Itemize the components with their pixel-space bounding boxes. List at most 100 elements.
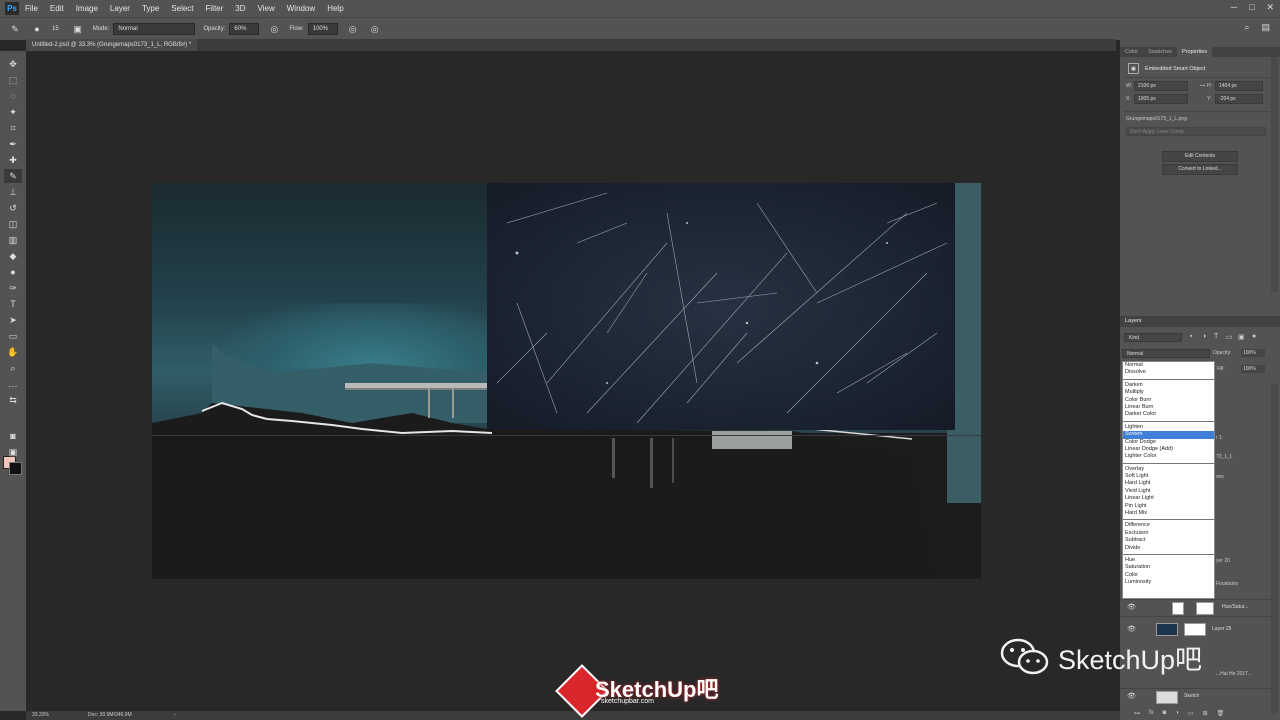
close-icon[interactable]: ✕ (1266, 2, 1274, 13)
layer-name-fragment[interactable]: yer 20 (1216, 558, 1230, 564)
background-color-swatch[interactable] (9, 462, 22, 475)
brush-tool-icon[interactable]: ✎ (8, 22, 22, 36)
height-field[interactable]: 1404 px (1215, 81, 1263, 91)
layer-comp-select[interactable]: Don't Apply Layer Comp (1126, 127, 1266, 136)
airbrush-icon[interactable]: ◎ (346, 22, 360, 36)
tab-properties[interactable]: Properties (1177, 47, 1213, 57)
opacity-input[interactable]: 60% (229, 23, 260, 35)
hand-tool-icon[interactable]: ✋ (4, 345, 22, 359)
filter-toggle-icon[interactable]: ● (1252, 333, 1256, 340)
quick-mask-icon[interactable]: ◙ (4, 429, 22, 443)
stamp-tool-icon[interactable]: ⊥ (4, 185, 22, 199)
menu-help[interactable]: Help (327, 4, 343, 13)
layer-filter-kind[interactable]: Kind (1124, 333, 1182, 342)
convert-to-linked-button[interactable]: Convert to Linked... (1162, 164, 1238, 175)
filter-shape-icon[interactable]: ▭ (1226, 333, 1233, 341)
status-arrow-icon[interactable]: › (174, 711, 176, 720)
add-mask-icon[interactable]: ◙ (1163, 710, 1167, 717)
pen-tool-icon[interactable]: ✑ (4, 281, 22, 295)
blend-option[interactable]: Hue (1123, 557, 1214, 564)
menu-view[interactable]: View (258, 4, 275, 13)
swap-colors-icon[interactable]: ⇆ (4, 393, 22, 407)
layer-row[interactable]: 👁 Hue/Satur... (1120, 599, 1272, 616)
more-tools-icon[interactable]: ⋯ (4, 379, 22, 393)
x-field[interactable]: 1005 px (1134, 94, 1188, 104)
new-group-icon[interactable]: ▭ (1188, 710, 1194, 717)
mode-select[interactable]: Normal (113, 23, 196, 35)
layer-name-fragment[interactable]: 73_1_L (1216, 454, 1233, 460)
document-tab[interactable]: Untitled-2.psd @ 33.3% (Grungemaps0173_1… (26, 39, 198, 51)
blend-option[interactable]: Color Burn (1123, 397, 1214, 404)
blend-option[interactable]: Vivid Light (1123, 488, 1214, 495)
magic-wand-tool-icon[interactable]: ✦ (4, 105, 22, 119)
blend-option[interactable]: Pin Light (1123, 503, 1214, 510)
layer-name[interactable]: Sketch (1184, 693, 1199, 699)
pressure-size-icon[interactable]: ◎ (368, 22, 382, 36)
tab-swatches[interactable]: Swatches (1143, 47, 1177, 57)
eraser-tool-icon[interactable]: ◫ (4, 217, 22, 231)
menu-type[interactable]: Type (142, 4, 159, 13)
blend-mode-select[interactable]: Normal (1122, 349, 1210, 358)
menu-image[interactable]: Image (76, 4, 98, 13)
blend-option[interactable]: Hard Mix (1123, 510, 1214, 517)
layer-name-fragment[interactable]: Fountains (1216, 581, 1238, 587)
search-icon[interactable]: ⌕ (1244, 22, 1249, 33)
zoom-tool-icon[interactable]: ⌕ (4, 361, 22, 375)
brush-preset-icon[interactable]: ● (30, 22, 44, 36)
blend-option[interactable]: Color Dodge (1123, 439, 1214, 446)
brush-tool-icon[interactable]: ✎ (4, 169, 22, 183)
width-field[interactable]: 2106 px (1134, 81, 1188, 91)
blend-option[interactable]: Saturation (1123, 564, 1214, 571)
zoom-level[interactable]: 33.33% (32, 711, 49, 720)
blend-option[interactable]: Overlay (1123, 466, 1214, 473)
blend-option[interactable]: Divide (1123, 545, 1214, 552)
move-tool-icon[interactable]: ✥ (4, 57, 22, 71)
blend-option[interactable]: Multiply (1123, 389, 1214, 396)
edit-contents-button[interactable]: Edit Contents (1162, 151, 1238, 162)
link-layers-icon[interactable]: ⊶ (1134, 710, 1140, 717)
layer-row[interactable]: 👁 Sketch (1120, 688, 1272, 705)
flow-input[interactable]: 100% (307, 23, 338, 35)
layer-name-fragment[interactable]: ...Hai He 2017... (1216, 671, 1252, 677)
crop-tool-icon[interactable]: ⌗ (4, 121, 22, 135)
eyedropper-tool-icon[interactable]: ✒ (4, 137, 22, 151)
new-layer-icon[interactable]: ⊞ (1203, 710, 1208, 717)
blend-option[interactable]: Soft Light (1123, 473, 1214, 480)
blend-option[interactable]: Darker Color (1123, 411, 1214, 418)
filter-adjustment-icon[interactable]: ◑ (1202, 333, 1206, 340)
blend-option[interactable]: Darken (1123, 382, 1214, 389)
filter-pixel-icon[interactable]: ▪ (1190, 333, 1192, 340)
canvas-artwork[interactable] (152, 183, 981, 579)
blend-option[interactable]: Linear Light (1123, 495, 1214, 502)
layer-opacity-input[interactable]: 100% (1241, 349, 1265, 357)
delete-layer-icon[interactable]: 🗑 (1217, 710, 1225, 717)
visibility-eye-icon[interactable]: 👁 (1127, 603, 1136, 611)
menu-3d[interactable]: 3D (235, 4, 245, 13)
menu-window[interactable]: Window (287, 4, 315, 13)
blend-option[interactable]: Lighten (1123, 424, 1214, 431)
blend-option[interactable]: Luminosity (1123, 579, 1214, 586)
layer-mask-thumb[interactable] (1196, 602, 1214, 615)
menu-layer[interactable]: Layer (110, 4, 130, 13)
path-selection-tool-icon[interactable]: ➤ (4, 313, 22, 327)
menu-file[interactable]: File (25, 4, 38, 13)
blend-option[interactable]: Dissolve (1123, 369, 1214, 376)
lasso-tool-icon[interactable]: ◌ (4, 89, 22, 103)
dodge-tool-icon[interactable]: ● (4, 265, 22, 279)
healing-tool-icon[interactable]: ✚ (4, 153, 22, 167)
layer-name-fragment[interactable]: ves (1216, 474, 1224, 480)
type-tool-icon[interactable]: T (4, 297, 22, 311)
blend-option[interactable]: Exclusion (1123, 530, 1214, 537)
blend-option[interactable]: Normal (1123, 362, 1214, 369)
visibility-eye-icon[interactable]: 👁 (1127, 692, 1136, 700)
menu-filter[interactable]: Filter (206, 4, 224, 13)
blend-option[interactable]: Hard Light (1123, 480, 1214, 487)
layer-name-fragment[interactable]: r 1 (1216, 435, 1222, 441)
layers-title[interactable]: Layers (1120, 316, 1280, 327)
blur-tool-icon[interactable]: ◆ (4, 249, 22, 263)
blend-option-selected[interactable]: Screen (1123, 431, 1214, 439)
new-adjustment-icon[interactable]: ◑ (1175, 710, 1179, 717)
blend-option[interactable]: Color (1123, 572, 1214, 579)
properties-scrollbar[interactable] (1271, 57, 1278, 292)
layer-name[interactable]: Layer 25 (1212, 626, 1231, 632)
